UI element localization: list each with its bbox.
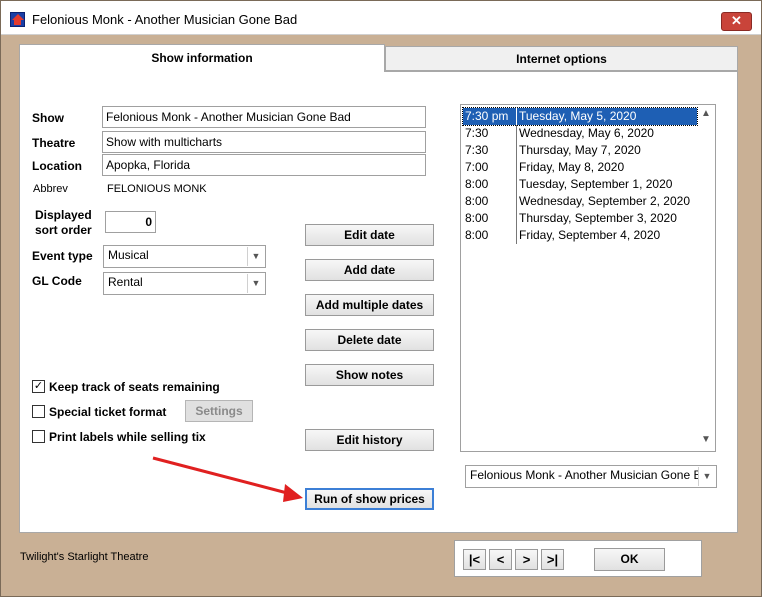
performance-time: 8:00 bbox=[465, 194, 489, 208]
chevron-down-icon: ▼ bbox=[698, 467, 715, 486]
abbrev-label: Abbrev bbox=[33, 183, 68, 195]
date-list-item[interactable]: 8:00 Wednesday, September 2, 2020 bbox=[463, 193, 697, 210]
show-select[interactable]: Felonious Monk - Another Musician Gone B… bbox=[465, 465, 717, 488]
date-list-item[interactable]: 7:00 Friday, May 8, 2020 bbox=[463, 159, 697, 176]
gl-code-select[interactable]: Rental ▼ bbox=[103, 272, 266, 295]
location-field[interactable]: Apopka, Florida bbox=[102, 154, 426, 176]
special-ticket-checkbox[interactable] bbox=[32, 405, 45, 418]
performance-date: Wednesday, September 2, 2020 bbox=[516, 193, 690, 210]
title-bar: Felonious Monk - Another Musician Gone B… bbox=[1, 1, 761, 35]
tab-show-information[interactable]: Show information bbox=[19, 44, 385, 72]
add-date-button[interactable]: Add date bbox=[305, 259, 434, 281]
edit-history-button[interactable]: Edit history bbox=[305, 429, 434, 451]
performance-date: Thursday, September 3, 2020 bbox=[516, 210, 677, 227]
event-type-select[interactable]: Musical ▼ bbox=[103, 245, 266, 268]
edit-date-button[interactable]: Edit date bbox=[305, 224, 434, 246]
checkmark-icon: ✓ bbox=[33, 380, 44, 392]
location-label: Location bbox=[32, 159, 82, 173]
window-title: Felonious Monk - Another Musician Gone B… bbox=[32, 12, 298, 27]
performance-date: Friday, May 8, 2020 bbox=[516, 159, 624, 176]
scroll-up-icon[interactable]: ▲ bbox=[698, 108, 714, 123]
keep-track-label: Keep track of seats remaining bbox=[49, 380, 220, 394]
sort-order-field[interactable]: 0 bbox=[105, 211, 156, 233]
delete-date-button[interactable]: Delete date bbox=[305, 329, 434, 351]
sort-order-label-line2: sort order bbox=[35, 223, 92, 237]
performance-time: 7:30 pm bbox=[465, 109, 509, 123]
next-record-button[interactable]: > bbox=[515, 549, 538, 570]
run-of-show-prices-button[interactable]: Run of show prices bbox=[305, 488, 434, 510]
chevron-down-icon: ▼ bbox=[247, 247, 264, 266]
record-navigation-bar: |< < > >| OK bbox=[454, 540, 702, 577]
theatre-label: Theatre bbox=[32, 136, 76, 150]
first-record-button[interactable]: |< bbox=[463, 549, 486, 570]
red-arrow-annotation bbox=[152, 456, 303, 502]
close-button[interactable]: ✕ bbox=[721, 12, 752, 31]
venue-name: Twilight's Starlight Theatre bbox=[20, 551, 149, 563]
scroll-down-icon[interactable]: ▼ bbox=[698, 434, 714, 449]
ok-button[interactable]: OK bbox=[594, 548, 665, 571]
performance-time: 8:00 bbox=[465, 177, 489, 191]
main-window: Felonious Monk - Another Musician Gone B… bbox=[0, 0, 762, 597]
previous-record-button[interactable]: < bbox=[489, 549, 512, 570]
performance-date: Friday, September 4, 2020 bbox=[516, 227, 660, 244]
keep-track-checkbox[interactable]: ✓ bbox=[32, 380, 45, 393]
performance-time: 8:00 bbox=[465, 228, 489, 242]
special-ticket-label: Special ticket format bbox=[49, 405, 167, 419]
gl-code-label: GL Code bbox=[32, 274, 82, 288]
date-list-item[interactable]: 8:00 Tuesday, September 1, 2020 bbox=[463, 176, 697, 193]
date-list-item[interactable]: 7:30 Thursday, May 7, 2020 bbox=[463, 142, 697, 159]
performance-time: 8:00 bbox=[465, 211, 489, 225]
tab-internet-options[interactable]: Internet options bbox=[385, 46, 738, 71]
date-list-item[interactable]: 8:00 Thursday, September 3, 2020 bbox=[463, 210, 697, 227]
show-select-value: Felonious Monk - Another Musician Gone B… bbox=[470, 468, 715, 482]
theatre-app-icon bbox=[10, 12, 25, 27]
performance-date: Thursday, May 7, 2020 bbox=[516, 142, 641, 159]
performance-time: 7:30 bbox=[465, 126, 489, 140]
gl-code-value: Rental bbox=[108, 275, 143, 289]
performance-time: 7:00 bbox=[465, 160, 489, 174]
tab-label: Internet options bbox=[516, 52, 607, 66]
show-name-field[interactable]: Felonious Monk - Another Musician Gone B… bbox=[102, 106, 426, 128]
tab-label: Show information bbox=[151, 51, 253, 65]
print-labels-checkbox[interactable] bbox=[32, 430, 45, 443]
close-icon: ✕ bbox=[731, 13, 742, 28]
performance-date: Tuesday, September 1, 2020 bbox=[516, 176, 672, 193]
sort-order-label-line1: Displayed bbox=[35, 208, 92, 222]
date-list-item[interactable]: 7:30 pm Tuesday, May 5, 2020 bbox=[462, 107, 698, 126]
performance-date: Tuesday, May 5, 2020 bbox=[516, 108, 636, 125]
abbrev-value: FELONIOUS MONK bbox=[107, 183, 207, 195]
chevron-down-icon: ▼ bbox=[247, 274, 264, 293]
performance-date: Wednesday, May 6, 2020 bbox=[516, 125, 654, 142]
event-type-label: Event type bbox=[32, 249, 93, 263]
date-list-item[interactable]: 8:00 Friday, September 4, 2020 bbox=[463, 227, 697, 244]
date-list-item[interactable]: 7:30 Wednesday, May 6, 2020 bbox=[463, 125, 697, 142]
event-type-value: Musical bbox=[108, 248, 149, 262]
show-notes-button[interactable]: Show notes bbox=[305, 364, 434, 386]
print-labels-label: Print labels while selling tix bbox=[49, 430, 206, 444]
last-record-button[interactable]: >| bbox=[541, 549, 564, 570]
show-label: Show bbox=[32, 111, 64, 125]
theatre-field[interactable]: Show with multicharts bbox=[102, 131, 426, 153]
settings-button[interactable]: Settings bbox=[185, 400, 253, 422]
performance-time: 7:30 bbox=[465, 143, 489, 157]
add-multiple-dates-button[interactable]: Add multiple dates bbox=[305, 294, 434, 316]
performance-date-list[interactable]: 7:30 pm Tuesday, May 5, 2020 7:30 Wednesday… bbox=[460, 104, 716, 452]
